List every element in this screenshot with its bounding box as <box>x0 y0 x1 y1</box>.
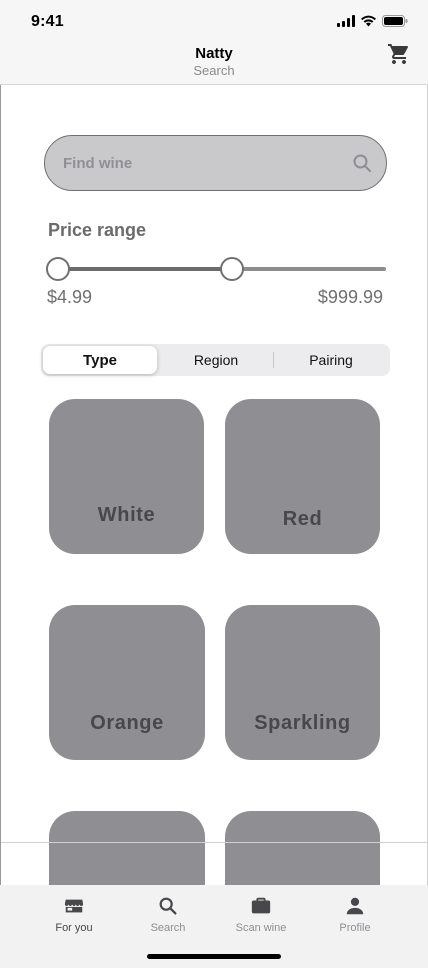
price-range-label: Price range <box>48 220 147 240</box>
tab-scan-wine[interactable]: Scan wine <box>221 895 301 934</box>
wifi-icon <box>361 15 376 27</box>
search-input[interactable] <box>63 136 333 190</box>
store-icon <box>64 899 84 913</box>
tile-orange[interactable]: Orange <box>49 605 205 760</box>
tab-label: Scan wine <box>235 922 287 934</box>
signal-icon <box>337 15 355 27</box>
tab-label: For you <box>55 922 93 934</box>
tile-red[interactable]: Red <box>225 399 380 554</box>
cart-button[interactable] <box>386 41 412 67</box>
nav-bar: Natty Search <box>0 44 428 85</box>
price-min-label: $4.99 <box>47 287 93 307</box>
search-icon <box>159 897 177 915</box>
segment-pairing[interactable]: Pairing <box>274 346 388 374</box>
slider-thumb-max[interactable] <box>219 257 244 281</box>
tile-6[interactable] <box>225 811 380 885</box>
tile-label: White <box>97 504 156 526</box>
main-content: Price range $4.99 $999.99 Type Region Pa… <box>0 85 428 885</box>
tab-bar-separator <box>1 842 427 843</box>
page-subtitle: Search <box>193 63 235 78</box>
search-box[interactable] <box>44 135 387 191</box>
person-icon <box>346 897 364 915</box>
battery-icon <box>382 15 408 27</box>
tile-label: Red <box>282 508 323 530</box>
tab-label: Profile <box>339 922 371 934</box>
cart-icon <box>388 44 408 64</box>
tab-for-you[interactable]: For you <box>34 895 114 934</box>
tile-5[interactable] <box>49 811 205 885</box>
status-time: 9:41 <box>31 13 64 30</box>
price-range-slider[interactable] <box>46 255 386 283</box>
briefcase-icon <box>251 897 271 914</box>
status-bar: 9:41 <box>0 0 428 44</box>
page-title: Natty <box>195 45 233 62</box>
tab-profile[interactable]: Profile <box>315 895 395 934</box>
status-icons <box>337 15 408 27</box>
tile-white[interactable]: White <box>49 399 204 554</box>
tab-label: Search <box>150 922 186 934</box>
tile-label: Orange <box>90 712 164 734</box>
slider-fill <box>58 267 232 271</box>
search-icon[interactable] <box>352 153 372 173</box>
slider-thumb-min[interactable] <box>46 257 70 281</box>
tile-label: Sparkling <box>254 712 351 734</box>
tile-sparkling[interactable]: Sparkling <box>225 605 380 760</box>
segment-type[interactable]: Type <box>43 346 157 374</box>
tab-search[interactable]: Search <box>128 895 208 934</box>
price-max-label: $999.99 <box>317 287 383 307</box>
segment-region[interactable]: Region <box>159 346 273 374</box>
category-segmented-control: Type Region Pairing <box>41 344 390 376</box>
home-indicator <box>147 954 281 959</box>
